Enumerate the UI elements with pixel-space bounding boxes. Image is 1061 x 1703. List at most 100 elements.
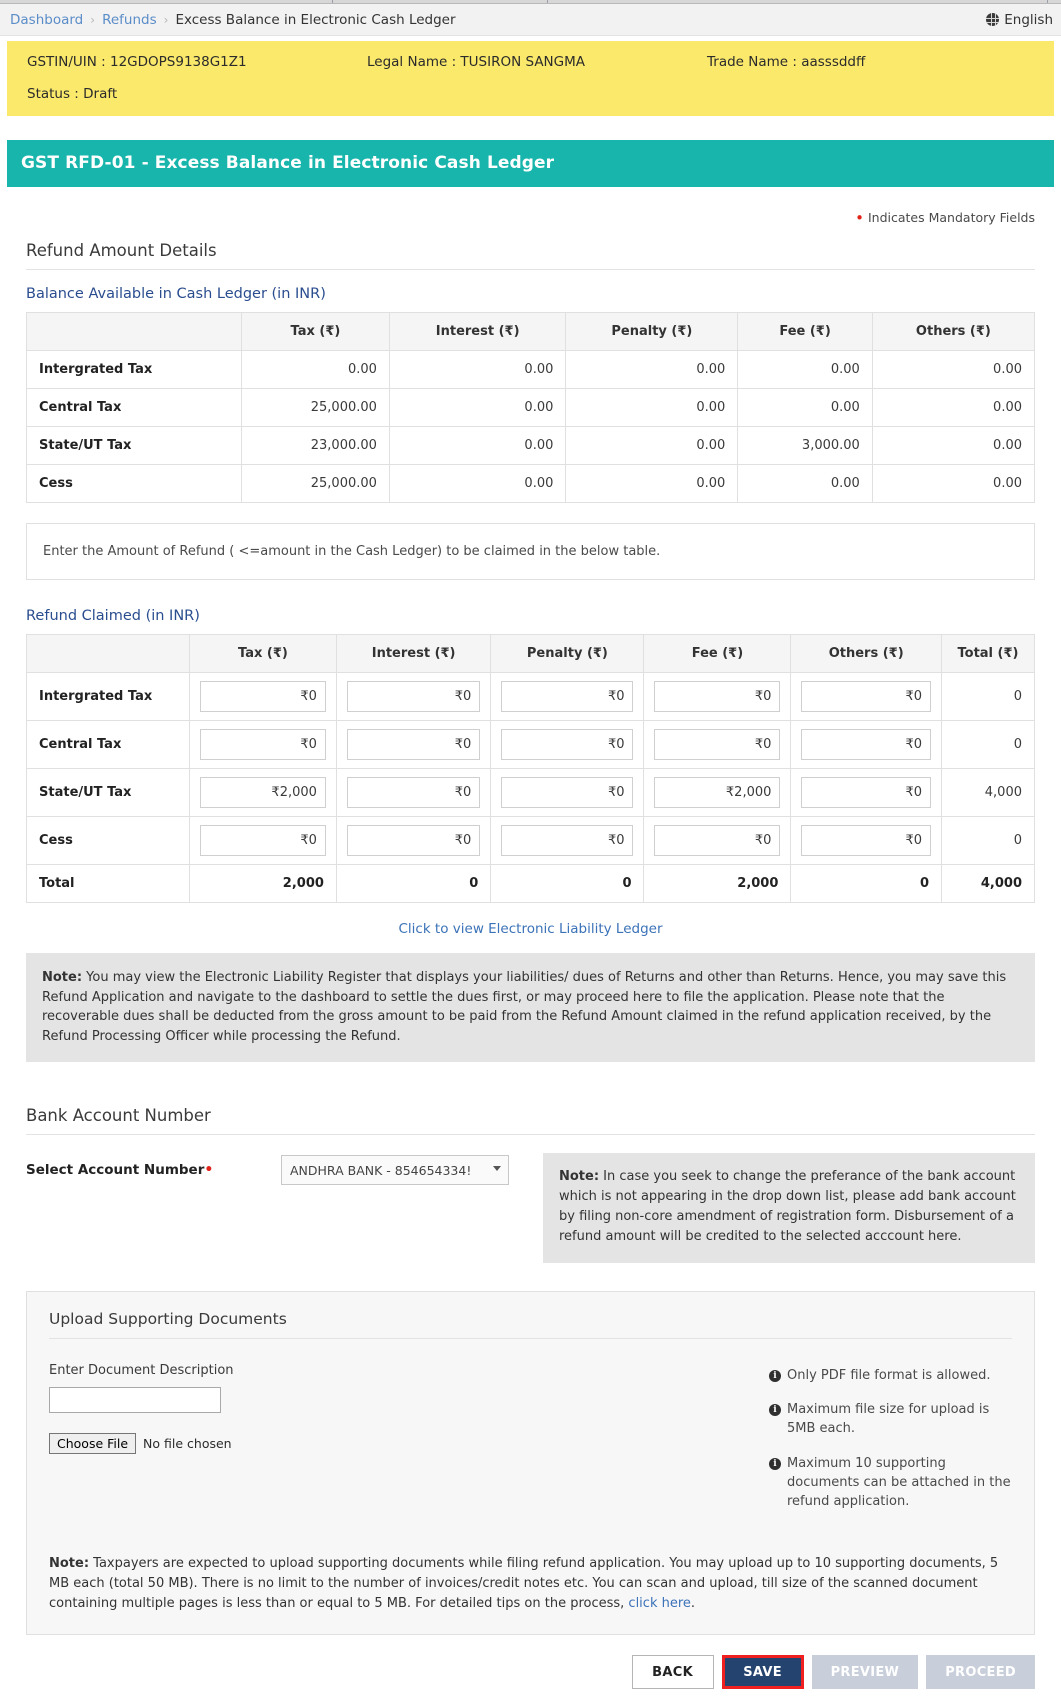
- choose-file-button[interactable]: Choose File: [49, 1432, 137, 1454]
- globe-icon: [986, 13, 1000, 26]
- form-action-bar: BACK SAVE PREVIEW PROCEED: [0, 1635, 1061, 1703]
- cell-interest: [335, 768, 492, 817]
- row-label: Intergrated Tax: [26, 672, 190, 721]
- liability-ledger-link-wrap: Click to view Electronic Liability Ledge…: [26, 903, 1035, 953]
- note-prefix: Note:: [42, 970, 83, 985]
- info-icon: i: [769, 1458, 781, 1471]
- row-label: State/UT Tax: [26, 768, 190, 817]
- note-suffix: .: [690, 1595, 696, 1611]
- column-header-others: Others (₹): [871, 312, 1036, 351]
- column-header-tax: Tax (₹): [189, 634, 337, 673]
- refund-claimed-table: Tax (₹) Interest (₹) Penalty (₹) Fee (₹)…: [26, 634, 1035, 903]
- others-input[interactable]: [801, 729, 931, 760]
- bank-account-row: Select Account Number• ANDHRA BANK - 854…: [26, 1153, 1035, 1263]
- tax-input[interactable]: [200, 825, 326, 856]
- upload-documents-card: Upload Supporting Documents Enter Docume…: [26, 1290, 1035, 1636]
- fee-input[interactable]: [654, 681, 781, 712]
- cell-penalty: [490, 768, 645, 817]
- row-label: Central Tax: [26, 720, 190, 769]
- tax-input[interactable]: [200, 681, 326, 712]
- others-input[interactable]: [801, 681, 931, 712]
- column-header-total: Total (₹): [941, 634, 1035, 673]
- mandatory-fields-note: • Indicates Mandatory Fields: [26, 187, 1035, 227]
- cell-tax: [189, 816, 337, 865]
- cell-tax: 0.00: [241, 350, 390, 389]
- cell-interest: 0.00: [388, 426, 567, 465]
- penalty-input[interactable]: [501, 729, 634, 760]
- page-title: Refund Amount Details: [26, 227, 1035, 270]
- cell-fee: 0.00: [737, 464, 873, 503]
- cell-tax: 25,000.00: [241, 388, 390, 427]
- document-description-input[interactable]: [49, 1386, 221, 1413]
- cell-total: 0: [941, 720, 1035, 769]
- cell-interest: [335, 816, 492, 865]
- form-panel: • Indicates Mandatory Fields Refund Amou…: [0, 187, 1061, 1636]
- cell-total: 4,000: [941, 768, 1035, 817]
- language-selector[interactable]: English: [986, 12, 1053, 28]
- total-fee: 2,000: [643, 864, 792, 903]
- browser-tab[interactable]: [333, 0, 548, 3]
- total-interest: 0: [335, 864, 492, 903]
- table-row: Cess 25,000.00 0.00 0.00 0.00 0.00: [26, 464, 1036, 503]
- row-label: State/UT Tax: [26, 426, 242, 465]
- refund-instruction-box: Enter the Amount of Refund ( <=amount in…: [26, 523, 1035, 580]
- column-header-tax: Tax (₹): [241, 312, 390, 351]
- fee-input[interactable]: [654, 777, 781, 808]
- back-button[interactable]: BACK: [631, 1655, 714, 1690]
- taxpayer-banner: GSTIN/UIN : 12GDOPS9138G1Z1 Legal Name :…: [7, 41, 1054, 116]
- electronic-liability-ledger-link[interactable]: Click to view Electronic Liability Ledge…: [398, 921, 662, 937]
- cell-penalty: 0.00: [565, 464, 739, 503]
- browser-tab[interactable]: [548, 0, 1048, 3]
- column-header-penalty: Penalty (₹): [490, 634, 645, 673]
- row-label: Intergrated Tax: [26, 350, 242, 389]
- language-label: English: [1004, 11, 1053, 28]
- column-header-others: Others (₹): [790, 634, 942, 673]
- cell-penalty: 0.00: [565, 426, 739, 465]
- select-account-label: Select Account Number•: [26, 1153, 281, 1178]
- breadcrumb-separator: ›: [163, 12, 169, 27]
- cell-tax: [189, 768, 337, 817]
- table-total-row: Total 2,000 0 0 2,000 0 4,000: [26, 864, 1035, 903]
- claimed-table-caption: Refund Claimed (in INR): [26, 608, 200, 624]
- status-value: Status : Draft: [27, 86, 118, 102]
- cell-penalty: [490, 720, 645, 769]
- note-prefix: Note:: [49, 1555, 90, 1571]
- interest-input[interactable]: [346, 777, 481, 808]
- penalty-input[interactable]: [501, 777, 634, 808]
- tax-input[interactable]: [200, 777, 326, 808]
- breadcrumb-item-dashboard[interactable]: Dashboard: [10, 12, 83, 28]
- row-label-total: Total: [26, 864, 190, 903]
- cell-fee: [643, 816, 792, 865]
- proceed-button[interactable]: PROCEED: [926, 1655, 1035, 1690]
- cell-interest: 0.00: [388, 388, 567, 427]
- breadcrumb-item-refunds[interactable]: Refunds: [102, 12, 157, 28]
- fee-input[interactable]: [654, 729, 781, 760]
- total-grand: 4,000: [941, 864, 1035, 903]
- penalty-input[interactable]: [501, 825, 634, 856]
- click-here-link[interactable]: click here: [628, 1596, 690, 1611]
- tax-input[interactable]: [200, 729, 326, 760]
- upload-hint: i Maximum 10 supporting documents can be…: [769, 1455, 1012, 1512]
- interest-input[interactable]: [346, 681, 481, 712]
- document-description-label: Enter Document Description: [49, 1362, 234, 1378]
- others-input[interactable]: [801, 825, 931, 856]
- cell-total: 0: [941, 672, 1035, 721]
- preview-button[interactable]: PREVIEW: [811, 1655, 919, 1690]
- cell-tax: [189, 672, 337, 721]
- bank-section-title: Bank Account Number: [26, 1092, 1035, 1135]
- upload-hint-text: Maximum file size for upload is 5MB each…: [787, 1402, 990, 1437]
- browser-tab[interactable]: [0, 0, 333, 3]
- save-button[interactable]: SAVE: [721, 1655, 804, 1690]
- fee-input[interactable]: [654, 825, 781, 856]
- column-header-interest: Interest (₹): [388, 312, 567, 351]
- bank-account-select[interactable]: ANDHRA BANK - 854654334!: [281, 1155, 509, 1185]
- interest-input[interactable]: [346, 729, 481, 760]
- info-icon: i: [769, 1404, 781, 1417]
- mandatory-fields-label: Indicates Mandatory Fields: [867, 210, 1035, 225]
- bank-select-wrap: ANDHRA BANK - 854654334!: [281, 1153, 513, 1185]
- others-input[interactable]: [801, 777, 931, 808]
- interest-input[interactable]: [346, 825, 481, 856]
- penalty-input[interactable]: [501, 681, 634, 712]
- select-account-label-text: Select Account Number: [26, 1162, 205, 1178]
- column-header-blank: [26, 634, 190, 673]
